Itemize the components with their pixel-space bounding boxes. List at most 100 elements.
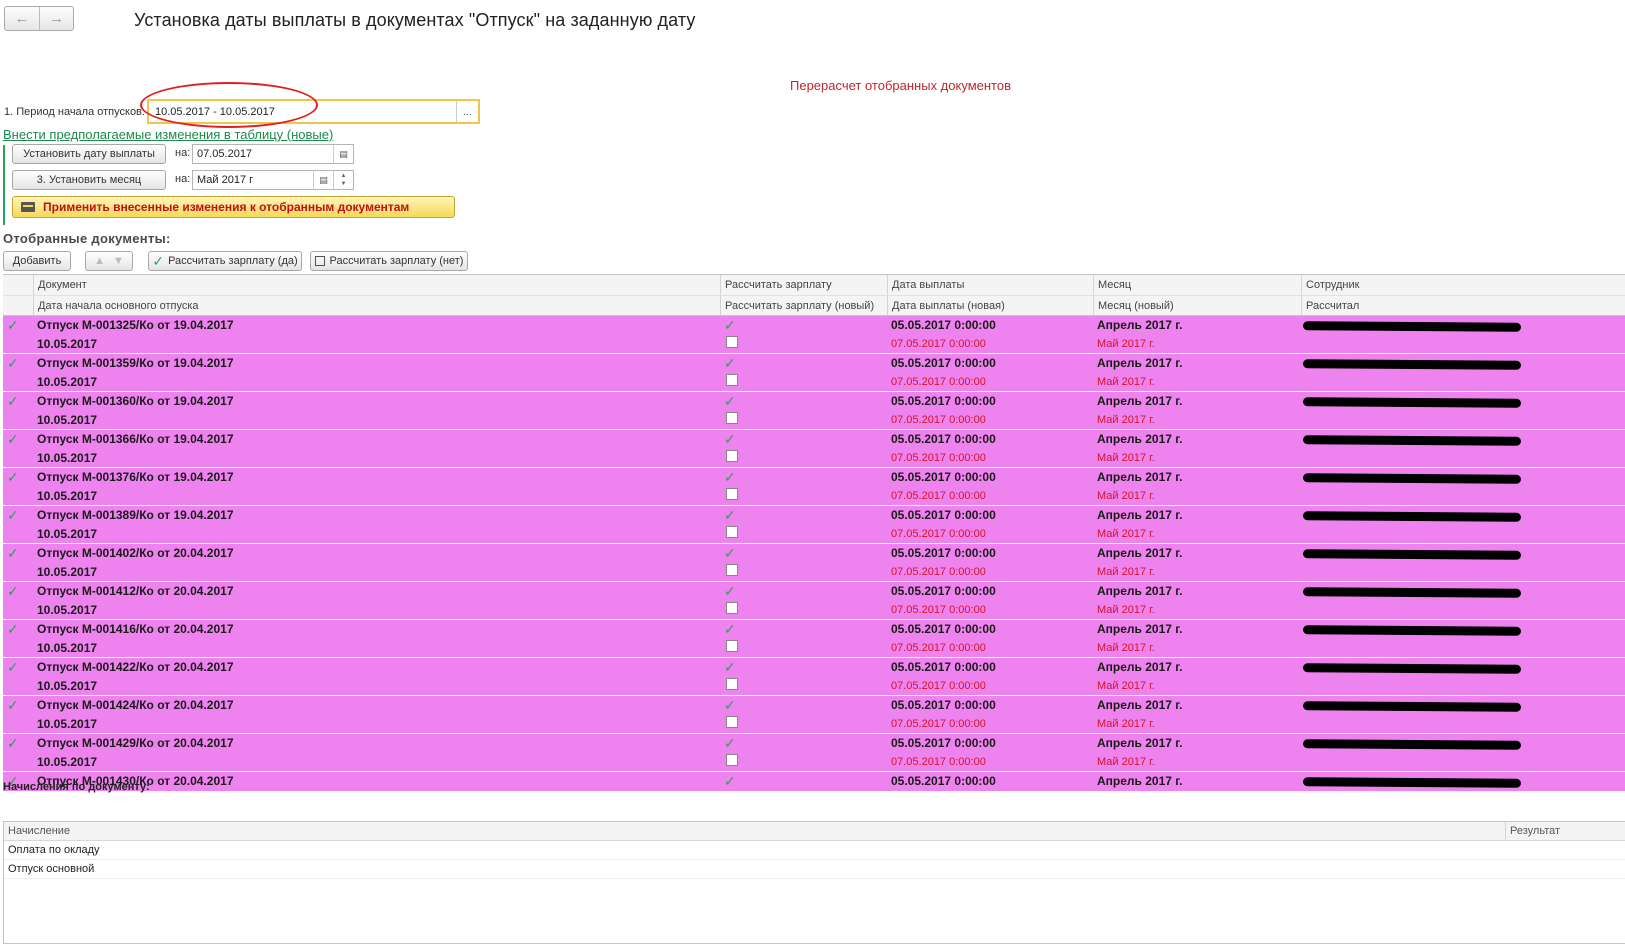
pay-date-new-cell[interactable]: 07.05.2017 0:00:00 [887, 718, 1093, 730]
pay-date-cell[interactable]: 05.05.2017 0:00:00 [887, 698, 1093, 712]
month-new-cell[interactable]: Май 2017 г. [1093, 756, 1301, 768]
pay-date-cell[interactable]: 05.05.2017 0:00:00 [887, 660, 1093, 674]
calc-salary-cell[interactable]: ✓ [720, 318, 887, 333]
col-document[interactable]: Документ [33, 275, 720, 295]
calc-salary-new-cell[interactable] [720, 564, 887, 579]
calc-salary-new-cell[interactable] [720, 640, 887, 655]
table-row[interactable]: ✓ Отпуск М-001424/Ко от 20.04.2017 ✓ 05.… [3, 696, 1625, 734]
check-icon[interactable]: ✓ [724, 356, 736, 371]
pay-date-new-cell[interactable]: 07.05.2017 0:00:00 [887, 680, 1093, 692]
table-row[interactable]: ✓ Отпуск М-001325/Ко от 19.04.2017 ✓ 05.… [3, 316, 1625, 354]
col-calculated-by[interactable]: Рассчитал [1301, 296, 1625, 315]
col-calc-salary[interactable]: Рассчитать зарплату [720, 275, 887, 295]
document-cell[interactable]: Отпуск М-001366/Ко от 19.04.2017 [33, 432, 720, 446]
checkbox[interactable] [726, 716, 738, 729]
employee-cell[interactable] [1301, 544, 1625, 562]
month-cell[interactable]: Апрель 2017 г. [1093, 698, 1301, 712]
month-cell[interactable]: Апрель 2017 г. [1093, 584, 1301, 598]
col-calc-salary-new[interactable]: Рассчитать зарплату (новый) [720, 296, 887, 315]
month-new-cell[interactable]: Май 2017 г. [1093, 376, 1301, 388]
check-icon[interactable]: ✓ [724, 736, 736, 751]
table-row[interactable]: ✓ Отпуск М-001412/Ко от 20.04.2017 ✓ 05.… [3, 582, 1625, 620]
pay-date-new-cell[interactable]: 07.05.2017 0:00:00 [887, 642, 1093, 654]
month-cell[interactable]: Апрель 2017 г. [1093, 736, 1301, 750]
document-cell[interactable]: Отпуск М-001389/Ко от 19.04.2017 [33, 508, 720, 522]
col-result[interactable]: Результат [1505, 822, 1625, 840]
calc-salary-cell[interactable]: ✓ [720, 470, 887, 485]
check-icon[interactable]: ✓ [724, 584, 736, 599]
checkbox[interactable] [726, 488, 738, 501]
table-row[interactable]: ✓ Отпуск М-001430/Ко от 20.04.2017 ✓ 05.… [3, 772, 1625, 792]
checkbox[interactable] [726, 564, 738, 577]
pay-date-new-cell[interactable]: 07.05.2017 0:00:00 [887, 338, 1093, 350]
month-new-cell[interactable]: Май 2017 г. [1093, 414, 1301, 426]
document-cell[interactable]: Отпуск М-001359/Ко от 19.04.2017 [33, 356, 720, 370]
start-date-cell[interactable]: 10.05.2017 [33, 527, 720, 541]
pay-date-cell[interactable]: 05.05.2017 0:00:00 [887, 508, 1093, 522]
pay-date-cell[interactable]: 05.05.2017 0:00:00 [887, 774, 1093, 788]
employee-cell[interactable] [1301, 696, 1625, 714]
start-date-cell[interactable]: 10.05.2017 [33, 375, 720, 389]
calc-salary-cell[interactable]: ✓ [720, 660, 887, 675]
check-icon[interactable]: ✓ [724, 470, 736, 485]
month-cell[interactable]: Апрель 2017 г. [1093, 622, 1301, 636]
calc-salary-cell[interactable]: ✓ [720, 508, 887, 523]
pay-date-cell[interactable]: 05.05.2017 0:00:00 [887, 432, 1093, 446]
calc-salary-new-cell[interactable] [720, 336, 887, 351]
month-new-cell[interactable]: Май 2017 г. [1093, 528, 1301, 540]
employee-cell[interactable] [1301, 316, 1625, 334]
document-cell[interactable]: Отпуск М-001402/Ко от 20.04.2017 [33, 546, 720, 560]
check-icon[interactable]: ✓ [724, 318, 736, 333]
employee-cell[interactable] [1301, 658, 1625, 676]
period-select-button[interactable]: ... [455, 101, 478, 122]
pay-date-cell[interactable]: 05.05.2017 0:00:00 [887, 736, 1093, 750]
calc-no-button[interactable]: Рассчитать зарплату (нет) [310, 251, 468, 271]
start-date-cell[interactable]: 10.05.2017 [33, 565, 720, 579]
pay-date-cell[interactable]: 05.05.2017 0:00:00 [887, 318, 1093, 332]
employee-cell[interactable] [1301, 468, 1625, 486]
month-cell[interactable]: Апрель 2017 г. [1093, 546, 1301, 560]
month-new-cell[interactable]: Май 2017 г. [1093, 452, 1301, 464]
pay-date-new-cell[interactable]: 07.05.2017 0:00:00 [887, 452, 1093, 464]
employee-cell[interactable] [1301, 734, 1625, 752]
pay-date-new-cell[interactable]: 07.05.2017 0:00:00 [887, 604, 1093, 616]
table-row[interactable]: ✓ Отпуск М-001366/Ко от 19.04.2017 ✓ 05.… [3, 430, 1625, 468]
forward-icon[interactable]: → [39, 7, 73, 30]
month-new-cell[interactable]: Май 2017 г. [1093, 680, 1301, 692]
start-date-cell[interactable]: 10.05.2017 [33, 679, 720, 693]
start-date-cell[interactable]: 10.05.2017 [33, 755, 720, 769]
changes-link[interactable]: Внести предполагаемые изменения в таблиц… [3, 127, 333, 142]
checkbox[interactable] [726, 640, 738, 653]
document-cell[interactable]: Отпуск М-001325/Ко от 19.04.2017 [33, 318, 720, 332]
document-cell[interactable]: Отпуск М-001416/Ко от 20.04.2017 [33, 622, 720, 636]
table-row[interactable]: ✓ Отпуск М-001429/Ко от 20.04.2017 ✓ 05.… [3, 734, 1625, 772]
pay-date-new-cell[interactable]: 07.05.2017 0:00:00 [887, 490, 1093, 502]
move-down-icon[interactable]: ▼ [113, 255, 124, 267]
pay-date-new-cell[interactable]: 07.05.2017 0:00:00 [887, 528, 1093, 540]
checkbox[interactable] [726, 754, 738, 767]
col-pay-date-new[interactable]: Дата выплаты (новая) [887, 296, 1093, 315]
back-icon[interactable]: ← [5, 7, 39, 30]
checkbox[interactable] [726, 526, 738, 539]
calc-salary-new-cell[interactable] [720, 716, 887, 731]
table-row[interactable]: ✓ Отпуск М-001376/Ко от 19.04.2017 ✓ 05.… [3, 468, 1625, 506]
employee-cell[interactable] [1301, 392, 1625, 410]
accrual-row[interactable]: Отпуск основной [4, 860, 1625, 879]
employee-cell[interactable] [1301, 506, 1625, 524]
checkbox[interactable] [726, 678, 738, 691]
month-new-cell[interactable]: Май 2017 г. [1093, 642, 1301, 654]
calc-salary-new-cell[interactable] [720, 602, 887, 617]
month-new-cell[interactable]: Май 2017 г. [1093, 490, 1301, 502]
accrual-row[interactable]: Оплата по окладу [4, 841, 1625, 860]
check-icon[interactable]: ✓ [724, 394, 736, 409]
calc-salary-cell[interactable]: ✓ [720, 774, 887, 789]
checkbox[interactable] [726, 602, 738, 615]
month-new-cell[interactable]: Май 2017 г. [1093, 604, 1301, 616]
checkbox[interactable] [726, 374, 738, 387]
calc-salary-cell[interactable]: ✓ [720, 394, 887, 409]
start-date-cell[interactable]: 10.05.2017 [33, 413, 720, 427]
month-cell[interactable]: Апрель 2017 г. [1093, 318, 1301, 332]
pay-date-cell[interactable]: 05.05.2017 0:00:00 [887, 470, 1093, 484]
calc-salary-new-cell[interactable] [720, 412, 887, 427]
table-row[interactable]: ✓ Отпуск М-001389/Ко от 19.04.2017 ✓ 05.… [3, 506, 1625, 544]
